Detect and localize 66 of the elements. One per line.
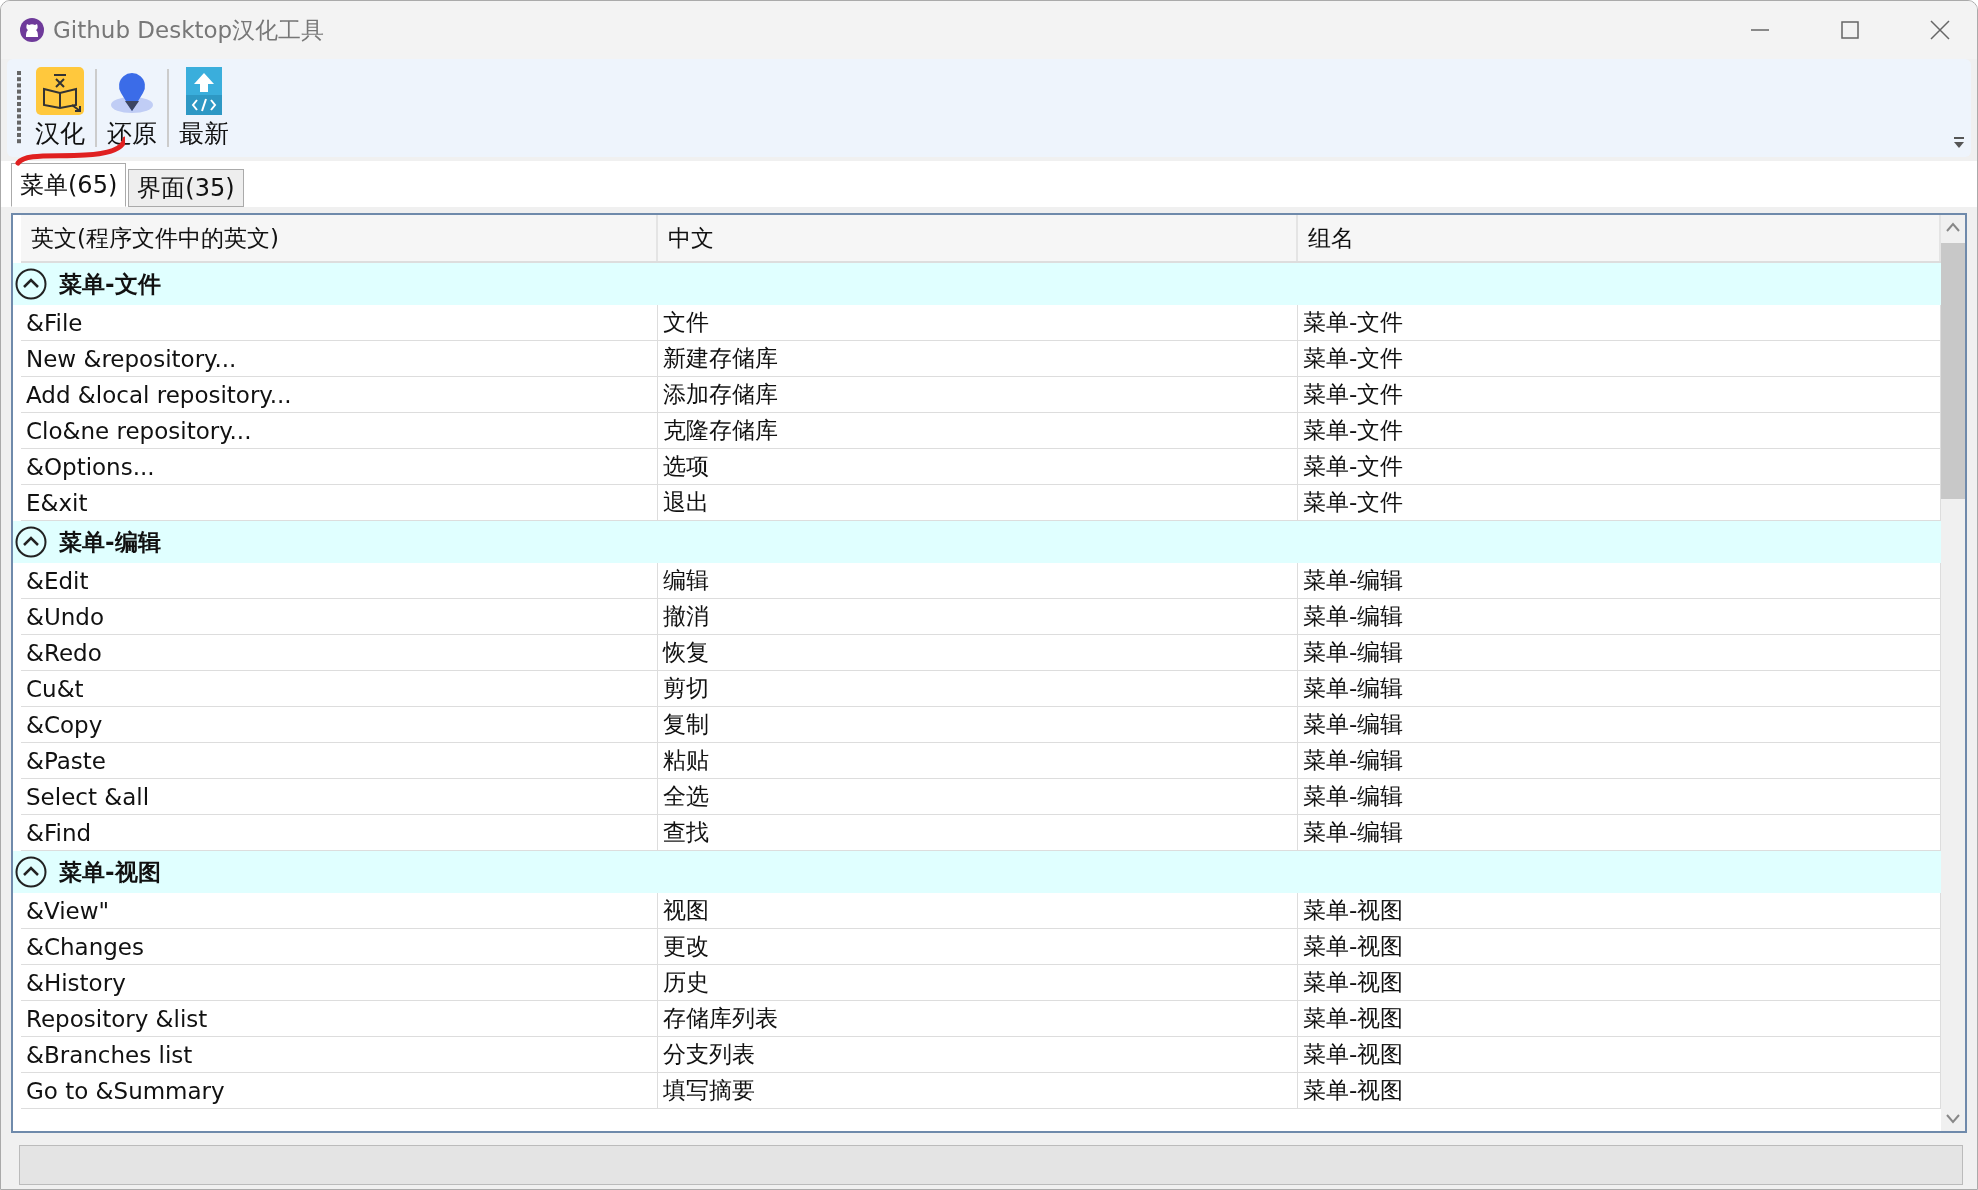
table-cell: 填写摘要: [658, 1073, 1298, 1108]
table-cell: E&xit: [21, 485, 658, 520]
column-header[interactable]: 英文(程序文件中的英文): [21, 215, 658, 261]
table-cell: 克隆存储库: [658, 413, 1298, 448]
table-cell: 撤消: [658, 599, 1298, 634]
table-cell: 编辑: [658, 563, 1298, 598]
book-icon: [36, 66, 84, 115]
group-header[interactable]: 菜单-编辑: [13, 521, 1941, 563]
tab[interactable]: 界面(35): [128, 169, 244, 207]
table-cell: Repository &list: [21, 1001, 658, 1036]
table-cell: Add &local repository...: [21, 377, 658, 412]
group-header[interactable]: 菜单-文件: [13, 263, 1941, 305]
table-cell: &Branches list: [21, 1037, 658, 1072]
tab[interactable]: 菜单(65): [11, 163, 127, 207]
table-cell: 选项: [658, 449, 1298, 484]
scrollbar[interactable]: [1941, 215, 1965, 1131]
maximize-icon[interactable]: [1839, 19, 1861, 41]
table-cell: &Edit: [21, 563, 658, 598]
table-cell: 分支列表: [658, 1037, 1298, 1072]
table-cell: &Redo: [21, 635, 658, 670]
group-title: 菜单-文件: [59, 269, 161, 299]
group-header[interactable]: 菜单-视图: [13, 851, 1941, 893]
table-cell: 历史: [658, 965, 1298, 1000]
table-cell: &View": [21, 893, 658, 928]
collapse-icon[interactable]: [15, 856, 47, 888]
table-cell: &Undo: [21, 599, 658, 634]
table-cell: &File: [21, 305, 658, 340]
toolbar-button[interactable]: 最新: [173, 61, 235, 155]
table-cell: 粘贴: [658, 743, 1298, 778]
table-cell: New &repository...: [21, 341, 658, 376]
column-header[interactable]: 中文: [658, 215, 1298, 261]
table-cell: Cu&t: [21, 671, 658, 706]
table-cell: &Options...: [21, 449, 658, 484]
upload-code-icon: [186, 66, 222, 115]
collapse-icon[interactable]: [15, 268, 47, 300]
table-cell: 恢复: [658, 635, 1298, 670]
table-cell: 剪切: [658, 671, 1298, 706]
overflow-icon[interactable]: [1953, 137, 1965, 149]
table-cell: &Paste: [21, 743, 658, 778]
table-cell: 新建存储库: [658, 341, 1298, 376]
table-cell: 文件: [658, 305, 1298, 340]
scroll-down-icon[interactable]: [1945, 1113, 1961, 1125]
table-cell: Clo&ne repository...: [21, 413, 658, 448]
table-cell: &History: [21, 965, 658, 1000]
scroll-up-icon[interactable]: [1945, 221, 1961, 233]
close-icon[interactable]: [1929, 19, 1951, 41]
table-cell: 复制: [658, 707, 1298, 742]
group-title: 菜单-编辑: [59, 527, 161, 557]
table-cell: &Copy: [21, 707, 658, 742]
table-cell: 存储库列表: [658, 1001, 1298, 1036]
collapse-icon[interactable]: [15, 526, 47, 558]
table-cell: 退出: [658, 485, 1298, 520]
table-cell: 视图: [658, 893, 1298, 928]
group-title: 菜单-视图: [59, 857, 161, 887]
table-cell: 全选: [658, 779, 1298, 814]
table-cell: Select &all: [21, 779, 658, 814]
table-cell: 添加存储库: [658, 377, 1298, 412]
table-cell: 查找: [658, 815, 1298, 850]
scroll-thumb[interactable]: [1941, 243, 1965, 499]
toolbar-button[interactable]: 汉化: [29, 61, 91, 155]
table-cell: &Changes: [21, 929, 658, 964]
grip-icon[interactable]: [17, 71, 21, 145]
table-cell: Go to &Summary: [21, 1073, 658, 1108]
table-cell: 更改: [658, 929, 1298, 964]
table-cell: &Find: [21, 815, 658, 850]
window-title: Github Desktop汉化工具: [53, 15, 325, 45]
